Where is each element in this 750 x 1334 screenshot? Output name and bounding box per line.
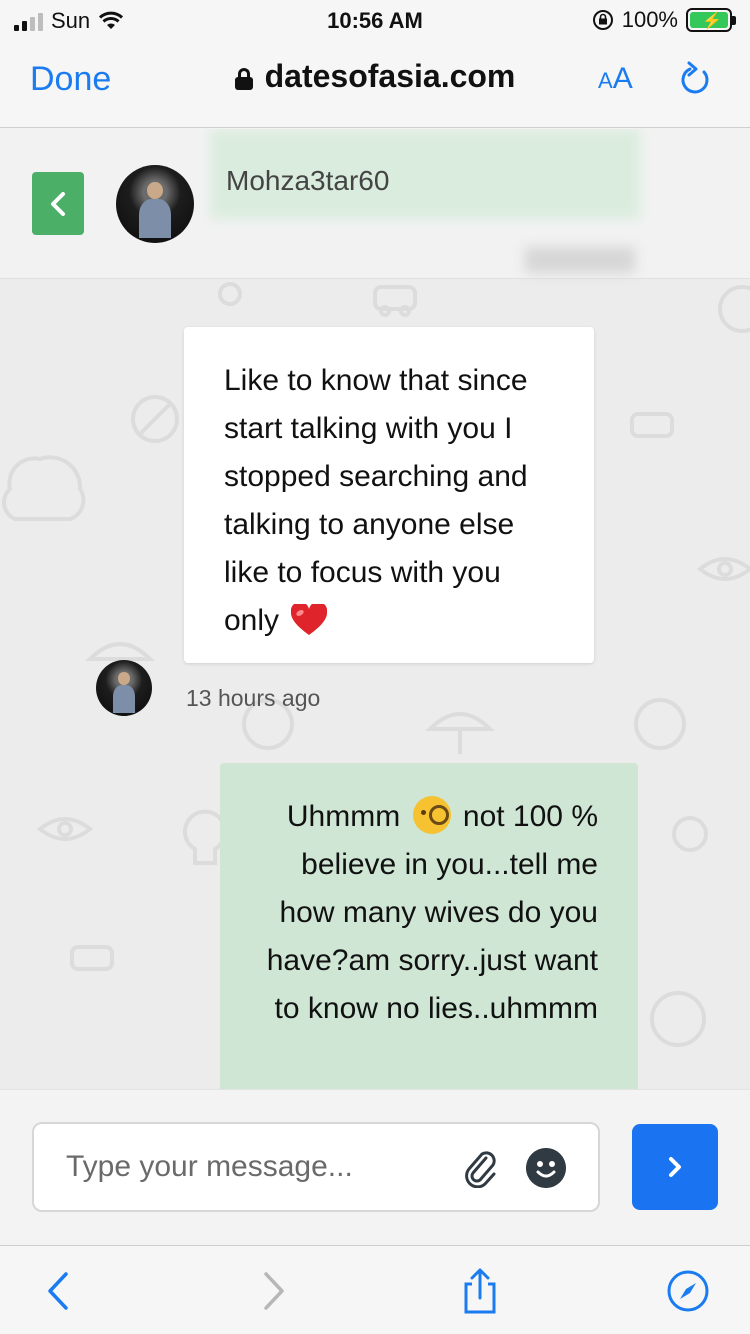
browser-header: Done datesofasia.com AA xyxy=(0,40,750,128)
chevron-left-icon xyxy=(51,191,65,216)
sender-avatar xyxy=(96,660,152,716)
battery-percent: 100% xyxy=(621,7,678,32)
message-input[interactable] xyxy=(66,1142,446,1192)
share-icon[interactable] xyxy=(458,1268,502,1314)
composer-bar xyxy=(0,1089,750,1245)
reader-text-size-button[interactable]: AA xyxy=(598,62,633,96)
lock-icon xyxy=(234,67,253,90)
chevron-right-icon xyxy=(669,1157,681,1177)
message-text: Like to know that since start talking wi… xyxy=(224,364,528,637)
contact-username[interactable]: Mohza3tar60 xyxy=(226,165,389,197)
forward-arrow-icon[interactable] xyxy=(250,1268,294,1314)
paperclip-icon[interactable] xyxy=(462,1148,498,1188)
browser-toolbar xyxy=(0,1245,750,1334)
smiley-icon[interactable] xyxy=(526,1148,566,1188)
address-bar[interactable]: datesofasia.com xyxy=(0,58,750,96)
incoming-message: Like to know that since start talking wi… xyxy=(184,327,594,663)
blurred-background-content-2 xyxy=(525,247,635,273)
aa-small-letter: A xyxy=(598,68,613,93)
monocle-face-emoji-icon xyxy=(412,796,451,834)
aa-big-letter: A xyxy=(612,62,633,95)
compass-icon[interactable] xyxy=(666,1268,710,1314)
rotation-lock-icon xyxy=(592,10,613,30)
reload-button[interactable] xyxy=(678,60,714,105)
chat-area[interactable]: Mohza3tar60 Like to know that since star… xyxy=(0,129,750,1089)
status-bar: Sun 10:56 AM 100% ⚡ xyxy=(0,0,750,40)
send-button[interactable] xyxy=(632,1124,718,1210)
heart-emoji-icon xyxy=(291,604,328,635)
url-text: datesofasia.com xyxy=(264,58,516,94)
chat-header: Mohza3tar60 xyxy=(0,129,750,279)
reload-icon xyxy=(681,61,709,94)
back-button[interactable] xyxy=(32,172,84,235)
outgoing-message: Uhmmm not 100 % believe in you...tell me… xyxy=(220,763,638,1089)
battery-icon: ⚡ xyxy=(686,8,736,32)
contact-avatar[interactable] xyxy=(116,165,194,243)
back-arrow-icon[interactable] xyxy=(38,1268,82,1314)
message-timestamp: 13 hours ago xyxy=(186,685,321,711)
status-right: 100% ⚡ xyxy=(592,7,736,33)
message-input-box[interactable] xyxy=(32,1122,600,1212)
message-text-start: Uhmmm xyxy=(286,800,401,833)
